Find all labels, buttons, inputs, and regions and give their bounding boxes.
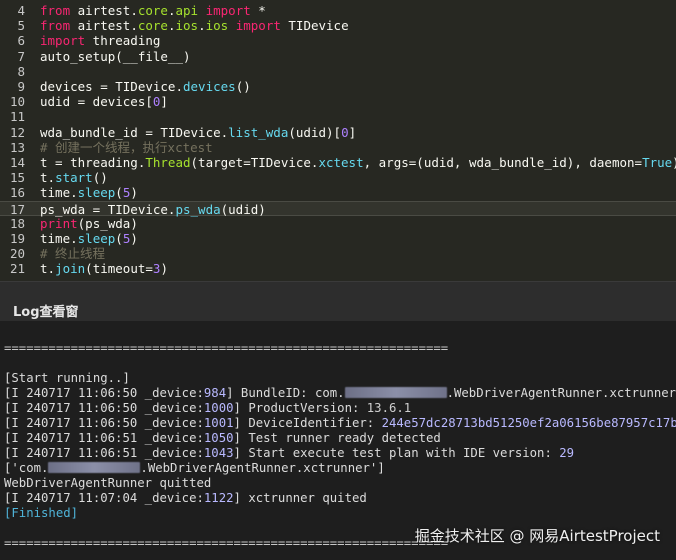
line-number: 17 (9, 201, 25, 217)
code-text: t = threading.Thread(target=TIDevice.xct… (40, 155, 676, 170)
log-finished-line: [Finished] (4, 506, 79, 520)
line-number: 9 (17, 79, 25, 94)
code-line[interactable]: 16 time.sleep(5) (0, 185, 676, 200)
code-line[interactable]: 18 print(ps_wda) (0, 216, 676, 231)
line-number: 4 (17, 3, 25, 18)
log-entry: [I 240717 11:06:50 _device:1000] Product… (4, 401, 412, 415)
line-number: 12 (9, 124, 25, 140)
code-text: time.sleep(5) (40, 185, 138, 201)
log-separator-bottom: ========================================… (4, 536, 449, 550)
line-number: 11 (9, 109, 25, 125)
line-number: 7 (17, 48, 25, 64)
code-text: # 终止线程 (40, 246, 106, 262)
code-text: print(ps_wda) (40, 215, 138, 231)
redacted-block (48, 462, 141, 473)
line-number: 8 (17, 63, 25, 79)
code-text: # 创建一个线程，执行xctest (40, 139, 213, 155)
code-editor[interactable]: 4 from airtest.core.api import * 5 from air… (0, 0, 676, 281)
code-line[interactable]: 8 (0, 64, 676, 79)
log-panel-header: Log查看窗 (0, 281, 676, 322)
line-number: 15 (9, 170, 25, 186)
code-line[interactable]: 6 import threading (0, 33, 676, 48)
line-number: 6 (17, 33, 25, 49)
code-line[interactable]: 10 udid = devices[0] (0, 94, 676, 109)
code-line[interactable]: 9 devices = TIDevice.devices() (0, 79, 676, 94)
log-entry: [I 240717 11:06:50 _device:984] BundleID… (4, 386, 676, 400)
code-line[interactable]: 19 time.sleep(5) (0, 231, 676, 246)
log-list-line: ['com. .WebDriverAgentRunner.xctrunner'] (4, 461, 385, 475)
code-text: devices = TIDevice.devices() (40, 79, 251, 94)
line-number: 16 (9, 185, 25, 201)
line-number: 20 (9, 246, 25, 262)
code-line[interactable]: 13 # 创建一个线程，执行xctest (0, 140, 676, 155)
line-number: 19 (9, 231, 25, 246)
log-quit-line: WebDriverAgentRunner quitted (4, 476, 212, 490)
code-text: from airtest.core.ios.ios import TIDevic… (40, 18, 349, 34)
code-line[interactable]: 11 (0, 109, 676, 124)
code-text: import threading (40, 33, 161, 49)
code-line[interactable]: 15 t.start() (0, 170, 676, 185)
redacted-block (344, 387, 447, 398)
code-line[interactable]: 21 t.join(timeout=3) (0, 261, 676, 276)
code-text: time.sleep(5) (40, 231, 138, 246)
watermark: 掘金技术社区 @ 网易AirtestProject (414, 527, 660, 545)
code-text: udid = devices[0] (40, 94, 168, 110)
code-line[interactable]: 20 # 终止线程 (0, 246, 676, 261)
log-entry: [I 240717 11:06:50 _device:1001] DeviceI… (4, 416, 676, 430)
code-line[interactable]: 5 from airtest.core.ios.ios import TIDevi… (0, 18, 676, 33)
line-number: 13 (9, 139, 25, 155)
log-start-line: [Start running..] (4, 371, 130, 385)
line-number: 5 (17, 18, 25, 34)
code-text: ps_wda = TIDevice.ps_wda(udid) (40, 201, 266, 217)
log-entry: [I 240717 11:07:04 _device:1122] xctrunn… (4, 491, 367, 505)
code-line[interactable]: 7 auto_setup(__file__) (0, 49, 676, 64)
line-number: 10 (9, 94, 25, 110)
log-entry: [I 240717 11:06:51 _device:1043] Start e… (4, 446, 575, 460)
log-separator-top: ========================================… (4, 341, 449, 355)
log-panel-title: Log查看窗 (13, 305, 79, 320)
code-line[interactable]: 12 wda_bundle_id = TIDevice.list_wda(udid… (0, 125, 676, 140)
code-text: auto_setup(__file__) (40, 48, 191, 64)
code-line[interactable]: 14 t = threading.Thread(target=TIDevice.x… (0, 155, 676, 170)
code-text: wda_bundle_id = TIDevice.list_wda(udid)[… (40, 124, 357, 140)
code-text: from airtest.core.api import * (40, 3, 266, 18)
code-text: t.start() (40, 170, 108, 186)
log-entry: [I 240717 11:06:51 _device:1050] Test ru… (4, 431, 441, 445)
code-line[interactable]: 17 ps_wda = TIDevice.ps_wda(udid) (0, 200, 676, 217)
line-number: 21 (9, 261, 25, 277)
code-text: t.join(timeout=3) (40, 261, 168, 277)
code-line[interactable]: 4 from airtest.core.api import * (0, 3, 676, 18)
line-number: 18 (9, 215, 25, 231)
line-number: 14 (9, 155, 25, 170)
